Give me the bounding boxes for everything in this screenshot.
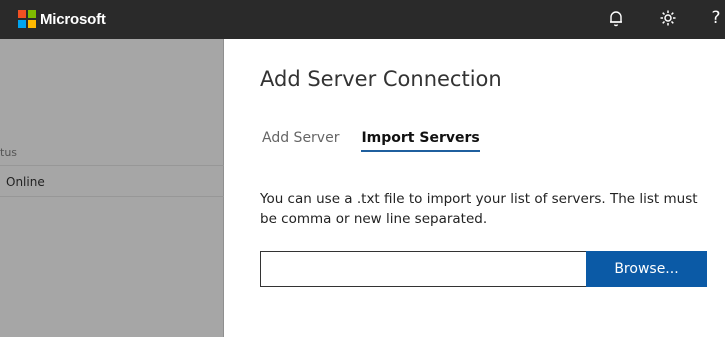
status-cell: Online — [6, 175, 45, 189]
file-picker: Browse... — [260, 251, 707, 287]
top-bar: Microsoft ? — [0, 0, 725, 39]
file-path-input[interactable] — [260, 251, 586, 287]
tab-add-server[interactable]: Add Server — [262, 130, 339, 152]
bell-icon[interactable] — [605, 7, 627, 29]
import-instructions: You can use a .txt file to import your l… — [260, 191, 698, 227]
add-server-connection-panel: Add Server Connection Add Server Import … — [225, 39, 725, 337]
tab-import-servers[interactable]: Import Servers — [361, 130, 480, 152]
help-icon[interactable]: ? — [705, 7, 725, 29]
panel-title: Add Server Connection — [260, 67, 502, 91]
help-glyph: ? — [711, 8, 721, 28]
background-list-pane: tus Online — [0, 39, 224, 337]
brand-name: Microsoft — [40, 10, 106, 28]
microsoft-logo-icon — [18, 10, 36, 28]
row-divider — [0, 196, 224, 197]
browse-button[interactable]: Browse... — [586, 251, 707, 287]
tab-bar: Add Server Import Servers — [262, 130, 502, 152]
gear-icon[interactable] — [657, 7, 679, 29]
status-column-header: tus — [0, 146, 18, 159]
row-divider — [0, 165, 224, 166]
brand[interactable]: Microsoft — [18, 8, 106, 30]
